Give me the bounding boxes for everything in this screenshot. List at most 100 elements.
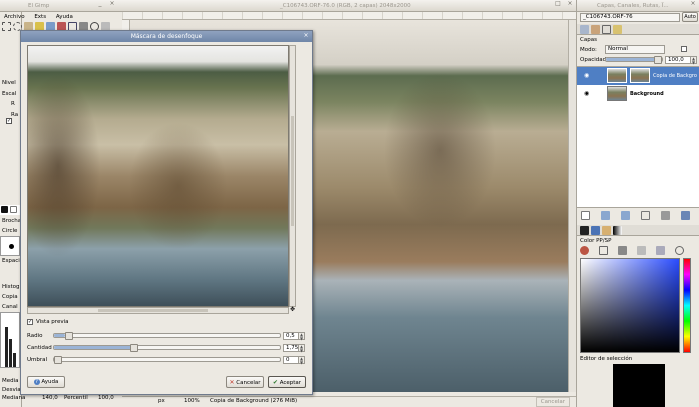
spin-arrows-icon[interactable]: ▲ ▼ (298, 333, 304, 340)
cmyk-selector-icon[interactable] (599, 246, 608, 255)
duplicate-layer-icon[interactable] (641, 211, 650, 220)
anchor-layer-icon[interactable] (661, 211, 670, 220)
dock-title: Capas, Canales, Rutas, Ï... (597, 3, 669, 9)
cancel-button[interactable]: ✕ Cancelar (226, 376, 264, 388)
threshold-knob[interactable] (54, 356, 62, 364)
amount-knob[interactable] (130, 344, 139, 352)
radius-spinbox[interactable]: 0,5 ▲ ▼ (283, 332, 305, 340)
opacity-knob[interactable] (654, 56, 662, 64)
preview-hscroll[interactable] (27, 307, 289, 314)
mode-label: Modo: (580, 47, 597, 53)
triangle-selector-icon[interactable] (618, 246, 627, 255)
close-icon[interactable]: × (302, 32, 310, 40)
menu-exts[interactable]: Exts (34, 14, 46, 20)
fg-color-icon[interactable] (1, 206, 8, 213)
color-picker-area[interactable] (580, 258, 680, 353)
percentile-label: Percentil (64, 395, 88, 401)
radius-slider[interactable] (53, 332, 281, 340)
maximize-icon[interactable]: □ (554, 0, 562, 8)
delete-layer-icon[interactable] (681, 211, 690, 220)
close-icon[interactable]: × (689, 0, 697, 8)
preview-label: Vista previa (36, 319, 69, 325)
mode-select[interactable]: Normal (605, 45, 665, 54)
radius-value: 0,5 (286, 333, 295, 339)
unit-select[interactable]: px (158, 397, 165, 405)
radius-label: Radio (27, 333, 43, 339)
median-value: 140,0 (42, 395, 58, 401)
opacity-label: Opacidad (580, 57, 607, 63)
tab-layers-icon[interactable] (580, 25, 589, 34)
opacity-spinbox[interactable]: 100,0 ▲ ▼ (665, 56, 697, 64)
spin-arrows-icon[interactable]: ▲ ▼ (298, 345, 304, 352)
eye-icon[interactable]: ◉ (584, 72, 589, 79)
image-window-titlebar: _C106743.ORF-76.0 (RGB, 2 capas) 2048x20… (122, 0, 576, 12)
spin-arrows-icon[interactable]: ▲ ▼ (690, 57, 696, 64)
dialog-preview-image[interactable] (27, 45, 289, 307)
preview-vscroll[interactable] (289, 45, 296, 307)
mean-label: Media (2, 378, 19, 384)
layer-row-background[interactable]: ◉ Background (577, 85, 699, 103)
rect-select-tool-icon[interactable] (2, 22, 11, 31)
spin-arrows-icon[interactable]: ▲ ▼ (298, 357, 304, 364)
toolbox-swatch-row (0, 205, 22, 215)
layers-dock: Capas, Canales, Rutas, Ï... × _C106743.O… (576, 0, 699, 407)
navigate-icon[interactable]: ✥ (289, 307, 296, 314)
wheel-selector-icon[interactable] (675, 246, 684, 255)
close-icon[interactable]: × (566, 0, 574, 8)
dock-tab-row (577, 24, 699, 35)
dialog-title: Máscara de desenfoque (130, 33, 203, 40)
gimp-selector-icon[interactable] (580, 246, 589, 255)
amount-spinbox[interactable]: 1,75 ▲ ▼ (283, 344, 305, 352)
amount-value: 1,75 (286, 345, 299, 351)
menu-archivo[interactable]: Archivo (4, 14, 25, 20)
tab-brushes-icon[interactable] (591, 226, 600, 235)
hue-strip[interactable] (683, 258, 691, 353)
bg-color-icon[interactable] (10, 206, 17, 213)
help-button[interactable]: ? Ayuda (27, 376, 65, 388)
tab-palette-icon[interactable] (580, 226, 589, 235)
copy-label: Copia (2, 294, 18, 300)
eye-icon[interactable]: ◉ (584, 90, 589, 97)
watercolor-selector-icon[interactable] (656, 246, 665, 255)
image-select[interactable]: _C106743.ORF-76 (580, 13, 680, 22)
minimize-icon[interactable]: _ (96, 0, 104, 8)
tab-patterns-icon[interactable] (602, 226, 611, 235)
toolbox-menubar: Archivo Exts Ayuda (0, 12, 122, 22)
brush-preview[interactable] (0, 236, 20, 256)
histogram-plot (0, 312, 20, 368)
zoom-select[interactable]: 100% (184, 397, 200, 405)
scales-selector-icon[interactable] (637, 246, 646, 255)
menu-ayuda[interactable]: Ayuda (56, 14, 73, 20)
threshold-spinbox[interactable]: 0 ▲ ▼ (283, 356, 305, 364)
accept-icon: ✔ (272, 379, 278, 386)
toolbox-title: El Gimp (28, 3, 50, 9)
tab-paths-icon[interactable] (602, 25, 611, 34)
levels-label: Nivel (2, 80, 16, 86)
tab-gradients-icon[interactable] (613, 226, 622, 235)
radius-knob[interactable] (64, 332, 73, 340)
preview-checkbox[interactable]: ✓ (27, 319, 33, 325)
opacity-slider[interactable] (605, 56, 663, 64)
dialog-titlebar: Máscara de desenfoque × (21, 31, 312, 42)
threshold-slider[interactable] (53, 356, 281, 364)
layer-name: Copia de Backgro (653, 73, 697, 79)
close-icon[interactable]: × (108, 0, 116, 8)
median-label: Mediana (2, 395, 26, 401)
tab-undo-icon[interactable] (613, 25, 622, 34)
layer-thumbnail (607, 86, 627, 101)
amount-slider[interactable] (53, 344, 281, 352)
new-layer-icon[interactable] (581, 211, 590, 220)
layers-list: ◉ Copia de Backgro ◉ Background (577, 66, 699, 208)
lower-layer-icon[interactable] (621, 211, 630, 220)
raise-layer-icon[interactable] (601, 211, 610, 220)
auto-button[interactable]: Auto (682, 12, 698, 22)
accept-button[interactable]: ✔ Aceptar (268, 376, 306, 388)
circle-label: Circle (2, 228, 18, 234)
toolbox-checkbox[interactable]: ✓ (6, 118, 12, 124)
histogram-section: Histogr Copia Canal (2, 282, 22, 312)
status-cancel-button[interactable]: Cancelar (535, 397, 570, 407)
lock-checkbox[interactable] (681, 46, 687, 52)
image-vscroll[interactable] (568, 20, 576, 392)
tab-channels-icon[interactable] (591, 25, 600, 34)
layer-row-copy[interactable]: ◉ Copia de Backgro (577, 67, 699, 85)
